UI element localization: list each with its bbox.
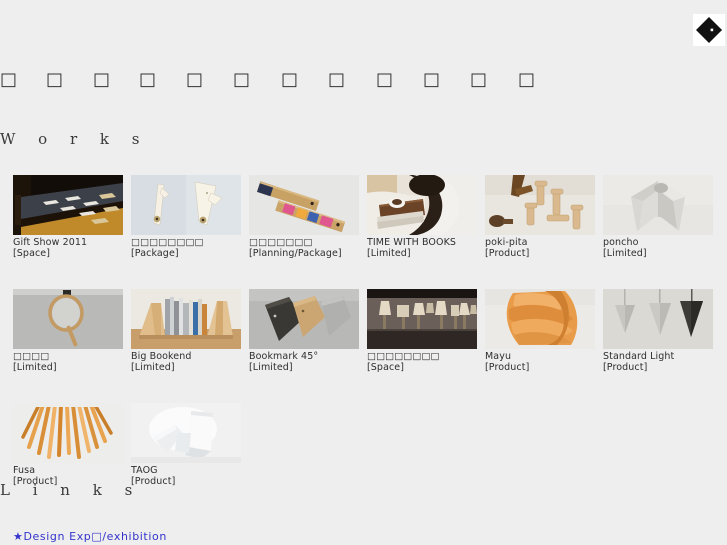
work-caption: TIME WITH BOOKS [Limited]: [367, 235, 485, 259]
works-row: Gift Show 2011 [Space] □□□□□□□□ [Package]: [13, 175, 727, 259]
work-title: Standard Light: [603, 351, 675, 362]
work-thumbnail-gift-show-2011[interactable]: [13, 175, 123, 235]
work-category: [Product]: [603, 362, 648, 373]
work-title: □□□□□□□□: [367, 351, 440, 362]
work-item[interactable]: TIME WITH BOOKS [Limited]: [367, 175, 485, 259]
work-caption: Bookmark 45° [Limited]: [249, 349, 367, 373]
work-title: TAOG: [131, 465, 158, 476]
work-caption: □□□□□□□□ [Space]: [367, 349, 485, 373]
work-title: poki-pita: [485, 237, 528, 248]
work-title: poncho: [603, 237, 639, 248]
work-category: [Product]: [485, 362, 530, 373]
work-category: [Limited]: [131, 362, 175, 373]
work-thumbnail-big-bookend[interactable]: [131, 289, 241, 349]
diamond-logo-mark-icon: [696, 17, 722, 43]
work-title: Fusa: [13, 465, 36, 476]
work-caption: Standard Light [Product]: [603, 349, 721, 373]
link-item[interactable]: ★Design Exp□/exhibition: [13, 530, 167, 543]
nav-item-7[interactable]: □: [281, 68, 298, 92]
work-caption: Big Bookend [Limited]: [131, 349, 249, 373]
nav-item-6[interactable]: □: [233, 68, 250, 92]
work-caption: poki-pita [Product]: [485, 235, 603, 259]
links-list: ★Design Exp□/exhibition: [13, 529, 167, 545]
work-caption: Mayu [Product]: [485, 349, 603, 373]
nav-item-1[interactable]: □: [0, 68, 17, 92]
nav-item-2[interactable]: □: [46, 68, 63, 92]
work-item[interactable]: Gift Show 2011 [Space]: [13, 175, 131, 259]
nav-item-12[interactable]: □: [518, 68, 535, 92]
work-title: □□□□: [13, 351, 50, 362]
work-thumbnail-fusa[interactable]: [13, 403, 123, 463]
work-category: [Package]: [131, 248, 179, 259]
nav-item-8[interactable]: □: [328, 68, 345, 92]
work-category: [Space]: [367, 362, 405, 373]
work-thumbnail-bookmark-45[interactable]: [249, 289, 359, 349]
work-item[interactable]: Standard Light [Product]: [603, 289, 721, 373]
work-title: Gift Show 2011: [13, 237, 88, 248]
work-thumbnail-standard-light[interactable]: [603, 289, 713, 349]
work-category: [Limited]: [13, 362, 57, 373]
work-caption: Gift Show 2011 [Space]: [13, 235, 131, 259]
row-spacer: [13, 259, 727, 289]
nav-item-11[interactable]: □: [470, 68, 487, 92]
work-caption: □□□□□□□□ [Package]: [131, 235, 249, 259]
work-category: [Planning/Package]: [249, 248, 342, 259]
work-category: [Product]: [131, 476, 176, 487]
work-item[interactable]: poki-pita [Product]: [485, 175, 603, 259]
work-caption: □□□□ [Limited]: [13, 349, 131, 373]
work-item[interactable]: Big Bookend [Limited]: [131, 289, 249, 373]
work-item[interactable]: □□□□ [Limited]: [13, 289, 131, 373]
work-category: [Space]: [13, 248, 51, 259]
row-spacer: [13, 373, 727, 403]
global-nav: □ □ □ □ □ □ □ □ □ □ □ □: [0, 68, 727, 96]
work-caption: poncho [Limited]: [603, 235, 721, 259]
links-section-heading: L i n k s: [0, 481, 142, 499]
work-thumbnail-taog[interactable]: [131, 403, 241, 463]
work-item[interactable]: □□□□□□□ [Planning/Package]: [249, 175, 367, 259]
work-item[interactable]: poncho [Limited]: [603, 175, 721, 259]
work-caption: □□□□□□□ [Planning/Package]: [249, 235, 367, 259]
star-icon: ★: [13, 530, 24, 543]
work-item[interactable]: TAOG [Product]: [131, 403, 249, 487]
work-item[interactable]: □□□□□□□□ [Space]: [367, 289, 485, 373]
work-title: TIME WITH BOOKS: [367, 237, 457, 248]
work-thumbnail-package-tags[interactable]: [131, 175, 241, 235]
work-item[interactable]: □□□□□□□□ [Package]: [131, 175, 249, 259]
work-item[interactable]: Mayu [Product]: [485, 289, 603, 373]
work-thumbnail-poncho[interactable]: [603, 175, 713, 235]
work-title: Bookmark 45°: [249, 351, 319, 362]
nav-item-3[interactable]: □: [93, 68, 110, 92]
site-logo[interactable]: [693, 14, 725, 46]
works-row: Fusa [Product] TAOG [Product]: [13, 403, 727, 487]
work-thumbnail-exhibition-room[interactable]: [367, 289, 477, 349]
work-category: [Limited]: [249, 362, 293, 373]
work-thumbnail-mayu[interactable]: [485, 289, 595, 349]
link-label: Design Exp□/exhibition: [23, 530, 167, 543]
work-thumbnail-time-with-books[interactable]: [367, 175, 477, 235]
work-title: Mayu: [485, 351, 512, 362]
works-grid: Gift Show 2011 [Space] □□□□□□□□ [Package]: [13, 175, 727, 487]
work-thumbnail-wooden-mirror[interactable]: [13, 289, 123, 349]
work-category: [Limited]: [603, 248, 647, 259]
work-category: [Limited]: [367, 248, 411, 259]
work-title: □□□□□□□□: [131, 237, 204, 248]
work-item[interactable]: Fusa [Product]: [13, 403, 131, 487]
work-category: [Product]: [485, 248, 530, 259]
work-title: Big Bookend: [131, 351, 192, 362]
work-caption: TAOG [Product]: [131, 463, 249, 487]
works-section-heading: W o r k s: [0, 130, 149, 148]
nav-item-9[interactable]: □: [376, 68, 393, 92]
nav-item-10[interactable]: □: [423, 68, 440, 92]
work-thumbnail-wooden-rulers[interactable]: [249, 175, 359, 235]
nav-item-5[interactable]: □: [186, 68, 203, 92]
work-thumbnail-poki-pita[interactable]: [485, 175, 595, 235]
work-title: □□□□□□□: [249, 237, 313, 248]
work-item[interactable]: Bookmark 45° [Limited]: [249, 289, 367, 373]
works-row: □□□□ [Limited] Big Bookend [Limited] Boo…: [13, 289, 727, 373]
nav-item-4[interactable]: □: [139, 68, 156, 92]
